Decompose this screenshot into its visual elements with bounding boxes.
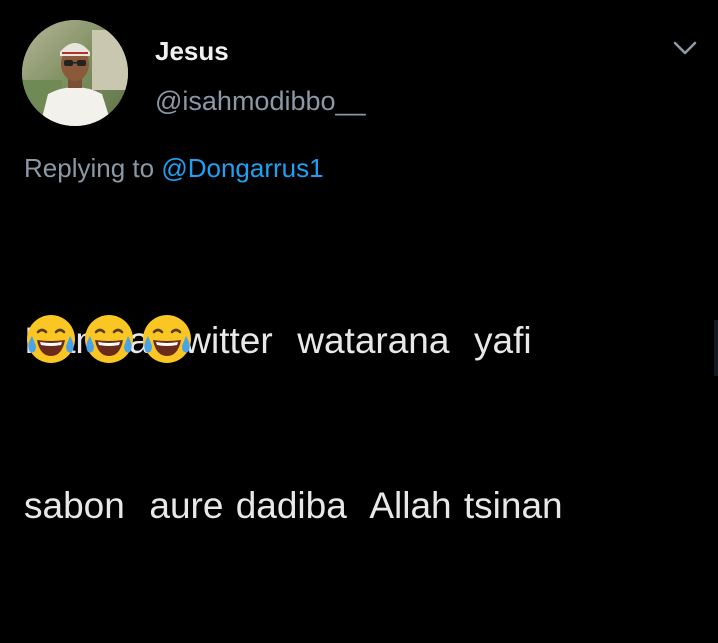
tears-of-joy-emoji-icon	[27, 315, 75, 363]
scrollbar[interactable]	[714, 320, 718, 376]
emoji-row	[24, 312, 194, 366]
replying-to-line: Replying to @Dongarrus1	[24, 153, 324, 184]
tears-of-joy-emoji-icon	[143, 315, 191, 363]
replying-to-label: Replying to	[24, 153, 155, 183]
tweet: Jesus @isahmodibbo__ Replying to @Dongar…	[0, 0, 718, 526]
avatar-photo	[22, 20, 128, 126]
tweet-text: Idan ba twitter watarana yafi sabon aure…	[24, 203, 704, 643]
chevron-down-icon[interactable]	[672, 38, 698, 58]
user-handle[interactable]: @isahmodibbo__	[155, 86, 366, 117]
tears-of-joy-emoji-icon	[85, 315, 133, 363]
tweet-text-line: sabon aure dadiba Allah tsinan	[24, 485, 563, 526]
display-name[interactable]: Jesus	[155, 36, 229, 67]
avatar[interactable]	[22, 20, 128, 126]
reply-mention-link[interactable]: @Dongarrus1	[161, 153, 323, 183]
